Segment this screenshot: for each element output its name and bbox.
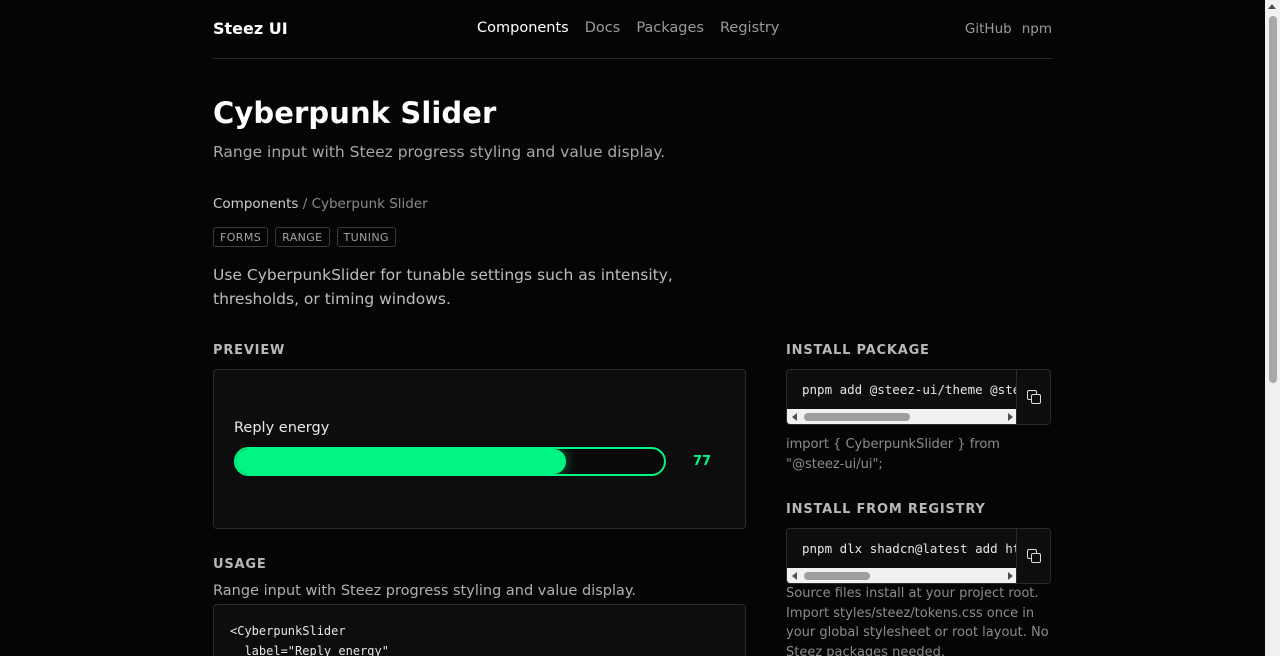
package-command-box: pnpm add @steez-ui/theme @ste xyxy=(786,369,1051,425)
scrollbar-thumb[interactable] xyxy=(804,413,910,421)
slider-value: 77 xyxy=(693,454,712,469)
preview-heading: PREVIEW xyxy=(213,343,286,358)
breadcrumb-separator: / xyxy=(298,196,312,212)
brand-logo[interactable]: Steez UI xyxy=(213,19,288,38)
usage-code-block: <CyberpunkSlider label="Reply energy" xyxy=(213,604,746,656)
component-description: Use CyberpunkSlider for tunable settings… xyxy=(213,266,673,308)
scroll-up-icon[interactable] xyxy=(1268,4,1276,9)
scroll-right-icon[interactable] xyxy=(1008,413,1013,421)
import-statement: import { CyberpunkSlider } from "@steez-… xyxy=(786,437,1000,472)
external-links: GitHub npm xyxy=(965,21,1052,37)
page-scrollbar[interactable] xyxy=(1265,0,1280,656)
package-command: pnpm add @steez-ui/theme @ste xyxy=(802,382,1018,397)
nav-components[interactable]: Components xyxy=(477,20,569,36)
copy-package-button[interactable] xyxy=(1016,370,1050,424)
tag-range: RANGE xyxy=(275,227,330,247)
registry-command: pnpm dlx shadcn@latest add ht xyxy=(802,541,1018,556)
breadcrumb: Components / Cyberpunk Slider xyxy=(213,196,428,212)
scroll-left-icon[interactable] xyxy=(792,413,797,421)
site-header: Steez UI Components Docs Packages Regist… xyxy=(213,0,1053,59)
npm-link[interactable]: npm xyxy=(1022,21,1052,37)
copy-registry-button[interactable] xyxy=(1016,529,1050,583)
page-title: Cyberpunk Slider xyxy=(213,96,497,130)
usage-heading: USAGE xyxy=(213,557,267,572)
page-scrollbar-thumb[interactable] xyxy=(1269,16,1277,383)
tag-tuning: TUNING xyxy=(336,227,396,247)
nav-docs[interactable]: Docs xyxy=(585,20,621,36)
breadcrumb-current: Cyberpunk Slider xyxy=(311,196,428,212)
tag-list: FORMS RANGE TUNING xyxy=(213,227,396,247)
main-nav: Components Docs Packages Registry xyxy=(477,20,779,36)
slider-label: Reply energy xyxy=(234,420,330,436)
slider-fill xyxy=(236,449,566,474)
package-command-scrollbar[interactable] xyxy=(787,409,1018,424)
page-subtitle: Range input with Steez progress styling … xyxy=(213,143,666,161)
breadcrumb-components-link[interactable]: Components xyxy=(213,196,298,212)
registry-notes: Source files install at your project roo… xyxy=(786,586,1049,656)
page-container: Steez UI Components Docs Packages Regist… xyxy=(213,0,1053,656)
install-registry-heading: INSTALL FROM REGISTRY xyxy=(786,502,986,517)
cyberpunk-slider[interactable] xyxy=(234,447,666,476)
preview-card: Reply energy 77 xyxy=(213,369,746,529)
copy-icon xyxy=(1026,549,1041,563)
copy-icon xyxy=(1026,390,1041,404)
install-package-heading: INSTALL PACKAGE xyxy=(786,343,930,358)
scroll-left-icon[interactable] xyxy=(792,572,797,580)
registry-command-scrollbar[interactable] xyxy=(787,568,1018,583)
scrollbar-thumb[interactable] xyxy=(804,572,870,580)
nav-packages[interactable]: Packages xyxy=(636,20,704,36)
nav-registry[interactable]: Registry xyxy=(720,20,779,36)
tag-forms: FORMS xyxy=(213,227,269,247)
registry-command-box: pnpm dlx shadcn@latest add ht xyxy=(786,528,1051,584)
github-link[interactable]: GitHub xyxy=(965,21,1012,37)
usage-text: Range input with Steez progress styling … xyxy=(213,583,637,599)
scroll-right-icon[interactable] xyxy=(1008,572,1013,580)
